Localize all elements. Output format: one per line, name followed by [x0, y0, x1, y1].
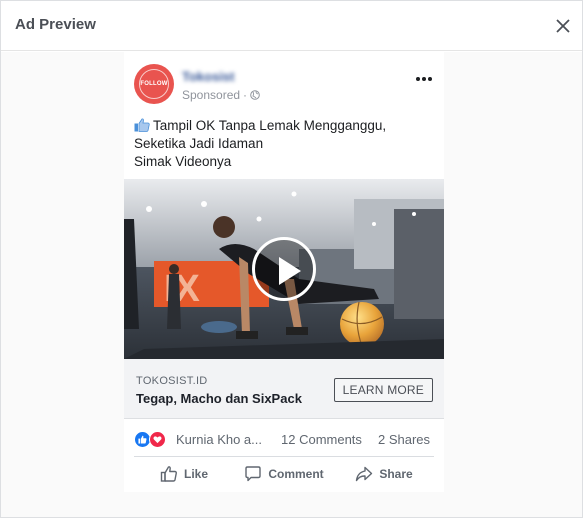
sponsored-row: Sponsored · [182, 88, 260, 102]
comments-count[interactable]: 12 Comments [281, 432, 362, 447]
modal-header: Ad Preview [1, 1, 582, 51]
like-button[interactable]: Like [134, 459, 234, 489]
share-icon [356, 466, 373, 482]
page-name[interactable]: Tokosist [182, 69, 235, 84]
post-actions: Like Comment Share [134, 459, 434, 489]
reaction-icons[interactable] [134, 431, 166, 448]
caption-line-1: Tampil OK Tanpa Lemak Mengganggu, [134, 117, 434, 135]
globe-icon [250, 90, 260, 100]
comment-label: Comment [268, 467, 324, 481]
more-dot [428, 77, 432, 81]
thumbs-up-icon [134, 118, 150, 132]
play-button[interactable] [252, 237, 316, 301]
like-thumb-glyph [138, 435, 147, 444]
thumbs-up-icon [160, 466, 177, 482]
link-headline: Tegap, Macho dan SixPack [136, 391, 302, 406]
separator: · [243, 88, 248, 102]
ad-preview-modal: Ad Preview FOLLOW Tokosist Sponsored · T… [0, 0, 583, 518]
learn-more-button[interactable]: LEARN MORE [333, 378, 433, 402]
modal-title: Ad Preview [15, 16, 96, 33]
link-domain: TOKOSIST.ID [136, 375, 208, 387]
ad-post: FOLLOW Tokosist Sponsored · Tampil OK Ta… [124, 52, 444, 492]
comment-icon [245, 466, 262, 482]
sponsored-label[interactable]: Sponsored [182, 88, 240, 102]
comment-button[interactable]: Comment [234, 459, 334, 489]
avatar-ring: FOLLOW [139, 69, 169, 99]
more-options-icon [416, 77, 420, 81]
share-button[interactable]: Share [334, 459, 434, 489]
engagement-row: Kurnia Kho a... 12 Comments 2 Shares [134, 431, 434, 451]
caption-line-3: Simak Videonya [134, 154, 232, 169]
shares-count[interactable]: 2 Shares [378, 432, 430, 447]
love-heart-glyph [153, 436, 162, 444]
avatar-label: FOLLOW [140, 81, 168, 87]
play-icon [279, 257, 301, 285]
love-reaction-icon [149, 431, 166, 448]
like-label: Like [183, 467, 208, 481]
video-thumbnail[interactable]: IX [124, 179, 444, 359]
close-button[interactable] [552, 15, 574, 37]
reactor-name[interactable]: Kurnia Kho a... [176, 432, 262, 447]
divider [134, 456, 434, 457]
caption-line-2: Seketika Jadi Idaman [134, 136, 264, 151]
link-preview[interactable]: TOKOSIST.ID Tegap, Macho dan SixPack LEA… [124, 359, 444, 419]
ad-caption: Tampil OK Tanpa Lemak Mengganggu, Seketi… [134, 117, 434, 171]
modal-body: FOLLOW Tokosist Sponsored · Tampil OK Ta… [1, 52, 582, 517]
share-label: Share [379, 467, 413, 481]
more-dot [422, 77, 426, 81]
avatar[interactable]: FOLLOW [134, 64, 174, 104]
close-icon [556, 19, 570, 33]
more-options-button[interactable] [414, 74, 434, 84]
caption-text-1: Tampil OK Tanpa Lemak Mengganggu, [153, 118, 387, 133]
